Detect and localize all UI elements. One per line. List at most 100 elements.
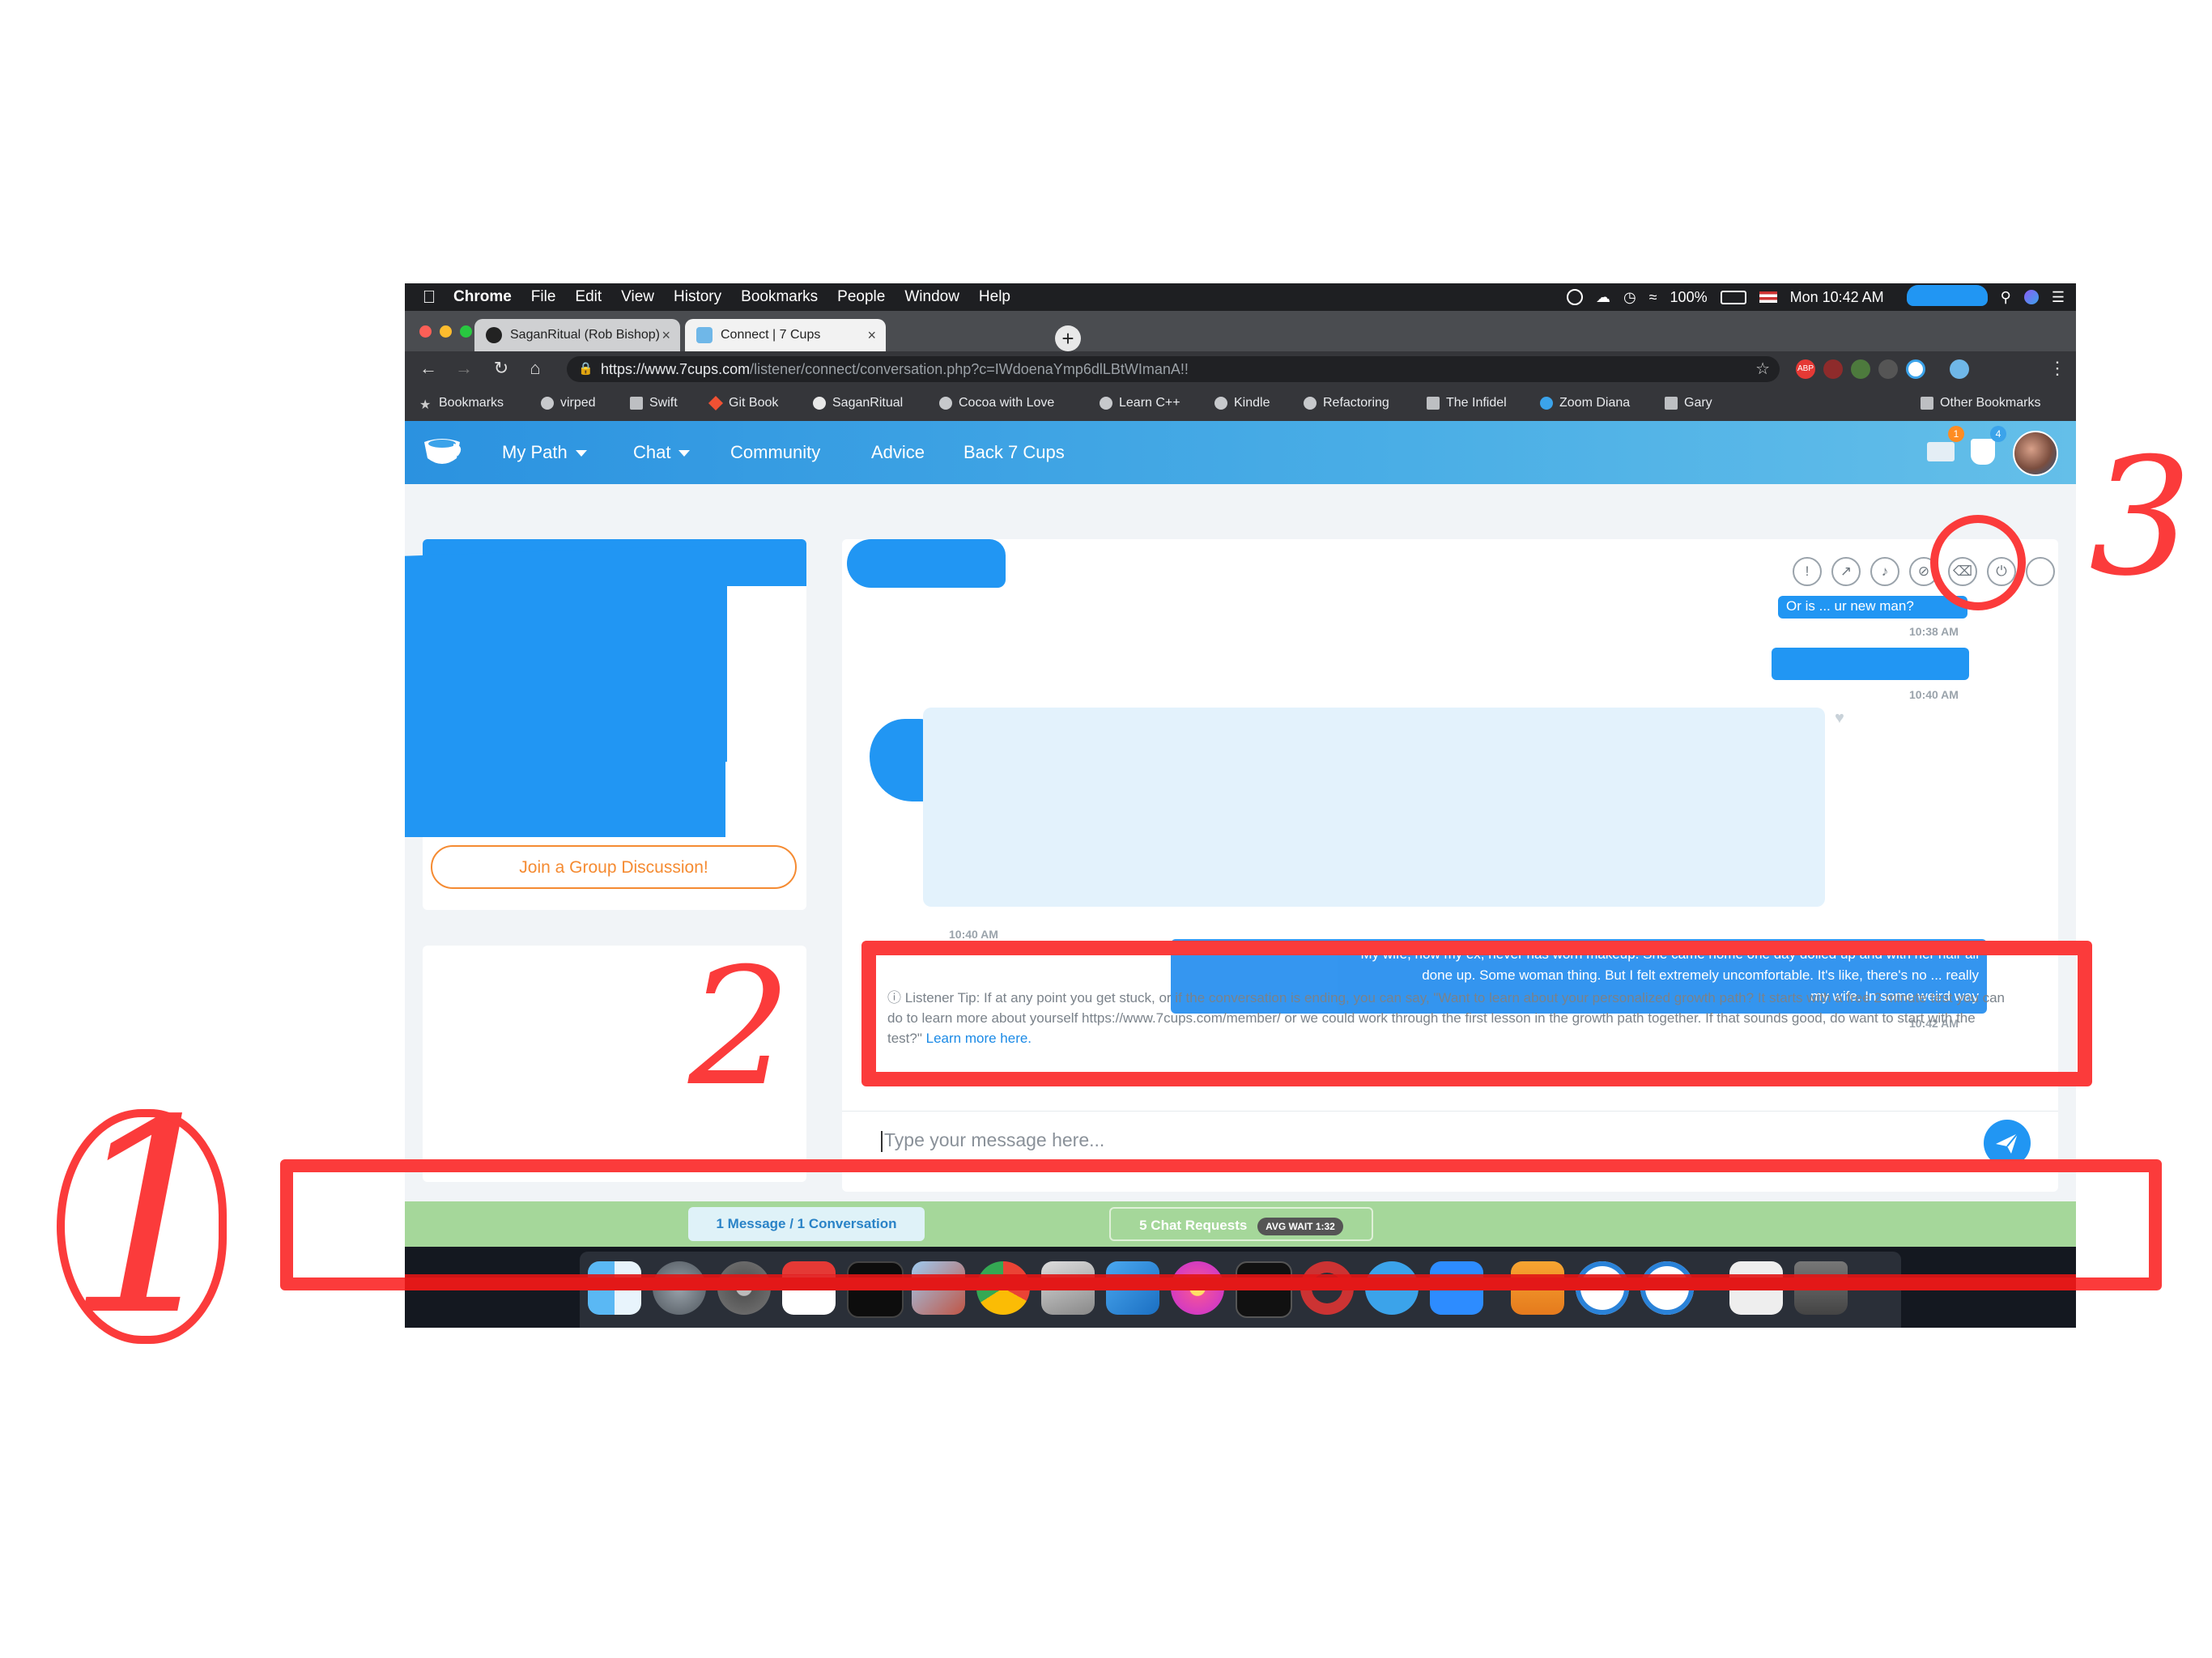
bookmark-the-infidel[interactable]: The Infidel [1427,396,1507,410]
more-icon[interactable] [2026,557,2055,586]
nav-my-path[interactable]: My Path [502,442,587,463]
message-incoming [923,708,1825,907]
new-tab-button[interactable]: + [1055,325,1081,351]
apple-icon[interactable]:  [405,287,453,308]
cup-notification[interactable]: 4 [1969,426,2006,468]
globe-icon [1100,397,1112,410]
bookmark-zoom-diana[interactable]: Zoom Diana [1540,396,1630,410]
chrome-menu-icon[interactable]: ⋮ [2045,356,2069,380]
bookmark-git-book[interactable]: Git Book [708,395,779,411]
wifi-icon[interactable]: ≈ [1649,289,1657,306]
annotation-box-statusbar [280,1159,2162,1290]
address-bar[interactable]: 🔒 https://www.7cups.com/listener/connect… [567,356,1780,382]
bookmark-swift[interactable]: Swift [630,396,678,410]
nav-back-7-cups[interactable]: Back 7 Cups [963,442,1065,463]
tab-title: Connect | 7 Cups [721,328,821,342]
folder-icon [1427,397,1440,410]
menu-history[interactable]: History [674,288,721,306]
notification-center-icon[interactable]: ☰ [2052,289,2065,306]
bookmarks-bar: ★ Bookmarks virped Swift Git Book SaganRi… [405,387,2076,421]
bookmark-label: Learn C++ [1119,396,1180,410]
site-header: My Path Chat Community Advice Back 7 Cup… [405,421,2076,484]
flag-icon[interactable] [1759,291,1777,303]
menu-help[interactable]: Help [979,288,1010,306]
chevron-down-icon [678,450,691,457]
counter-extension-icon[interactable] [1851,359,1870,379]
bookmark-learn-cpp[interactable]: Learn C++ [1100,396,1180,410]
bookmark-star-icon[interactable]: ☆ [1755,359,1770,379]
adblock-extension-icon[interactable]: ABP [1796,359,1815,379]
home-button[interactable]: ⌂ [523,356,547,380]
chevron-down-icon [575,450,587,457]
redacted-chat-title [847,539,1006,588]
tab-saganritual[interactable]: SaganRitual (Rob Bishop) × [474,319,680,351]
bookmark-cocoa-with-love[interactable]: Cocoa with Love [939,396,1054,410]
join-group-discussion-button[interactable]: Join a Group Discussion! [431,845,797,889]
tab-7cups[interactable]: Connect | 7 Cups × [685,319,886,351]
back-button[interactable]: ← [416,356,440,380]
star-icon: ★ [419,398,432,412]
bookmark-virped[interactable]: virped [541,396,596,410]
menu-edit[interactable]: Edit [575,288,602,306]
menu-people[interactable]: People [837,288,885,306]
bookmark-label: Zoom Diana [1559,396,1631,410]
siri-icon[interactable] [2023,290,2039,304]
message-outgoing [1772,648,1969,680]
nav-advice[interactable]: Advice [871,442,925,463]
menu-view[interactable]: View [621,288,654,306]
profile-extension-icon[interactable] [1950,359,1969,379]
avatar[interactable] [2013,431,2058,476]
bookmark-other[interactable]: Other Bookmarks [1921,396,2040,410]
forward-button[interactable]: → [452,356,476,380]
nav-community[interactable]: Community [730,442,820,463]
bookmark-refactoring[interactable]: Refactoring [1304,396,1389,410]
close-window-button[interactable] [419,325,432,338]
lock-icon: 🔒 [578,362,593,376]
menu-file[interactable]: File [531,288,556,306]
menu-app-name[interactable]: Chrome [453,288,512,306]
sound-icon[interactable]: ♪ [1870,557,1899,586]
message-input[interactable]: Type your message here... [881,1129,1104,1152]
nav-chat[interactable]: Chat [633,442,691,463]
report-icon[interactable]: ! [1793,557,1822,586]
url-path: /listener/connect/conversation.php?c=IWd… [750,361,1189,377]
status-app-icon[interactable] [1566,289,1583,305]
spotlight-icon[interactable]: ⚲ [2001,289,2011,306]
message-timestamp: 10:38 AM [1909,625,1959,638]
expand-icon[interactable]: ↗ [1831,557,1861,586]
globe-icon [939,397,952,410]
minimize-window-button[interactable] [440,325,452,338]
bookmark-kindle[interactable]: Kindle [1214,396,1270,410]
zoom-icon [1540,397,1553,410]
menu-bookmarks[interactable]: Bookmarks [741,288,818,306]
bookmark-label: Other Bookmarks [1940,396,2041,410]
pen-extension-icon[interactable] [1878,359,1898,379]
message-timestamp: 10:40 AM [949,928,998,941]
bookmark-saganritual[interactable]: SaganRitual [813,396,903,410]
annotation-box-listener-tip [861,941,2092,1086]
battery-icon [1720,290,1746,304]
heart-icon[interactable]: ♥ [1835,709,1844,728]
time-machine-icon[interactable]: ◷ [1623,289,1636,306]
battery-percent[interactable]: 100% [1670,289,1708,306]
megaphone-extension-icon[interactable] [1823,359,1843,379]
zoom-window-button[interactable] [460,325,472,338]
bookmark-gary[interactable]: Gary [1665,396,1712,410]
reload-button[interactable]: ↻ [489,356,513,380]
bookmark-label: SaganRitual [832,396,904,410]
bookmark-label: Bookmarks [439,396,504,410]
text-cursor [881,1130,883,1152]
close-tab-icon[interactable]: × [867,327,876,344]
messages-notification[interactable]: 1 [1927,426,1964,468]
bookmark-label: Git Book [729,396,779,410]
close-tab-icon[interactable]: × [661,327,670,344]
bookmark-label: virped [560,396,596,410]
7cups-logo-icon[interactable] [421,434,463,471]
creative-cloud-icon[interactable]: ☁ [1596,289,1610,306]
address-url[interactable]: https://www.7cups.com/listener/connect/c… [601,361,1189,378]
bookmark-label: Gary [1684,396,1712,410]
bookmark-bookmarks[interactable]: ★ Bookmarks [419,396,504,412]
menu-window[interactable]: Window [904,288,959,306]
menu-clock[interactable]: Mon 10:42 AM [1790,289,1884,306]
zoom-extension-icon[interactable] [1906,359,1925,379]
